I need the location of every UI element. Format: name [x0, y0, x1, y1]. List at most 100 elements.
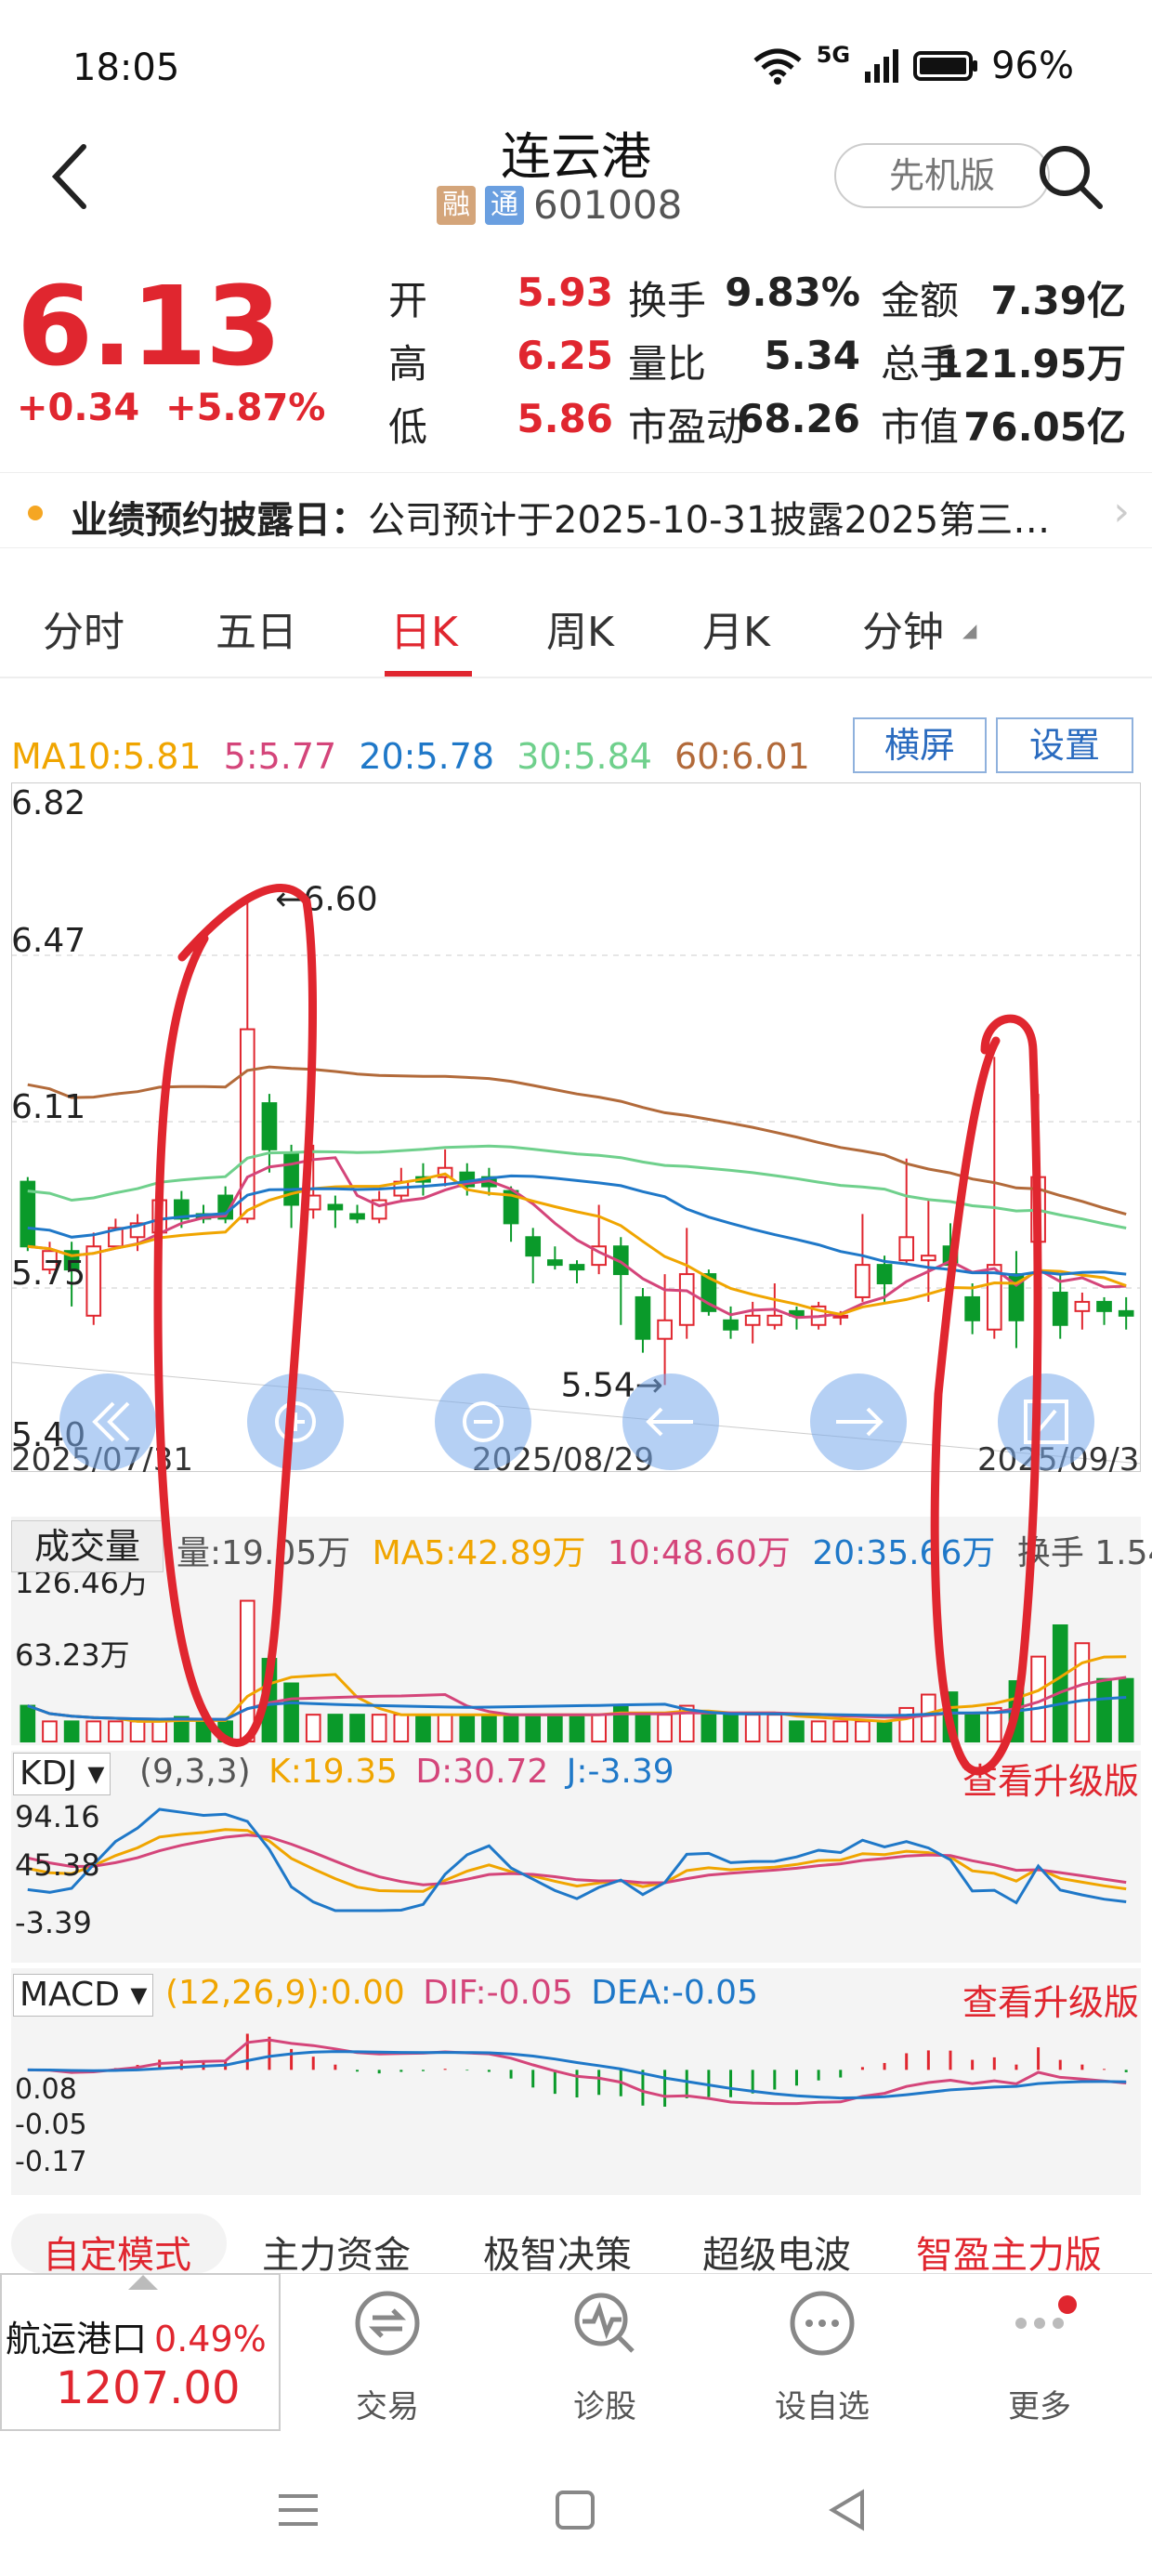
kdj-j: J:-3.39	[566, 1753, 674, 1791]
macd-dif: DIF:-0.05	[423, 1974, 573, 2012]
diagnose-icon[interactable]	[535, 2286, 674, 2364]
notice-text: 业绩预约披露日：公司预计于2025-10-31披露2025第三…	[71, 490, 1050, 544]
red-badge	[1058, 2295, 1077, 2314]
volume-bar	[129, 1720, 146, 1742]
notice-bar[interactable]: 业绩预约披露日：公司预计于2025-10-31披露2025第三… ›	[0, 472, 1152, 548]
candle-body	[239, 1028, 255, 1220]
battery-icon	[913, 51, 978, 81]
signal-icon	[865, 49, 899, 83]
volume-bar	[459, 1714, 476, 1743]
bottom-nav-label-3: 更多	[1008, 2388, 1071, 2425]
candle-body	[1096, 1300, 1112, 1312]
arrow-right-icon[interactable]	[810, 1373, 907, 1470]
kdj-d: D:30.72	[415, 1753, 549, 1791]
more-icon[interactable]	[970, 2286, 1109, 2364]
zoom-in-icon[interactable]	[247, 1373, 344, 1470]
strategy-tab-4[interactable]: 智盈主力版	[916, 2225, 1102, 2279]
ma60-line	[27, 1065, 1127, 1216]
status-bar: 18:05 5G 96%	[0, 0, 1152, 130]
volume-bar	[327, 1714, 344, 1743]
search-icon[interactable]	[1033, 139, 1107, 214]
index-line: 航运港口 0.49%	[6, 2310, 267, 2361]
dot	[1015, 2318, 1027, 2329]
y-tick-label: 5.75	[11, 1255, 85, 1293]
candle-body	[283, 1152, 299, 1206]
ma20-value: 20:5.78	[359, 736, 495, 777]
strategy-tab-2[interactable]: 极智决策	[483, 2225, 632, 2279]
volume-bar	[108, 1720, 124, 1742]
dot	[805, 2320, 813, 2327]
quote-label: 量比	[628, 341, 707, 387]
ma-legend: MA10:5.81 5:5.77 20:5.78 30:5.84 60:6.01	[11, 736, 810, 777]
quote-value: 5.93	[517, 269, 613, 315]
kdj-y-tick: -3.39	[15, 1905, 92, 1940]
kdj-upgrade-link[interactable]: 查看升级版	[962, 1753, 1139, 1804]
rewind-icon[interactable]	[59, 1373, 156, 1470]
macd-y-tick: 0.08	[15, 2073, 77, 2106]
macd-select[interactable]: MACD ▾	[13, 1974, 154, 2017]
macd-y-tick: -0.17	[15, 2146, 87, 2178]
volume-bar	[1052, 1623, 1068, 1742]
arrow-left-icon[interactable]	[622, 1373, 719, 1470]
macd-upgrade-link[interactable]: 查看升级版	[962, 1974, 1139, 2025]
volume-bar	[942, 1691, 959, 1742]
volume-select-button[interactable]: 成交量	[11, 1520, 164, 1572]
status-time: 18:05	[72, 46, 180, 89]
tab-4[interactable]: 月K	[702, 598, 770, 658]
volume-bar	[217, 1720, 233, 1742]
landscape-button[interactable]: 横屏	[853, 717, 987, 773]
strategy-tab-3[interactable]: 超级电波	[702, 2225, 851, 2279]
candle-body	[261, 1102, 278, 1150]
volume-bar	[349, 1714, 365, 1743]
kdj-k: K:19.35	[268, 1753, 398, 1791]
volume-bar	[305, 1714, 321, 1743]
tab-2[interactable]: 日K	[390, 598, 458, 658]
kdj-header: (9,3,3) K:19.35 D:30.72 J:-3.39	[139, 1753, 674, 1791]
bottom-nav-label-1: 诊股	[573, 2388, 636, 2425]
system-nav-bar	[0, 2444, 1152, 2576]
tab-3[interactable]: 周K	[546, 598, 614, 658]
volume-bar	[437, 1714, 453, 1743]
quote-label: 低	[388, 404, 428, 450]
volume-bar	[921, 1693, 936, 1743]
volume-bar	[657, 1714, 673, 1743]
wifi-icon	[753, 48, 802, 85]
add-watchlist-icon[interactable]	[753, 2286, 892, 2364]
home-icon[interactable]	[552, 2487, 598, 2533]
index-box[interactable]: 航运港口 0.49% 1207.00	[0, 2273, 281, 2431]
volume-y-tick: 63.23万	[15, 1637, 130, 1673]
quote-value: 5.34	[764, 333, 860, 378]
index-value: 1207.00	[56, 2362, 241, 2414]
volume-bar	[855, 1720, 871, 1742]
back-nav-icon[interactable]	[825, 2487, 871, 2533]
candle-body	[327, 1203, 344, 1211]
ma60-value: 60:6.01	[674, 736, 810, 777]
kdj-j-line	[27, 1807, 1127, 1912]
menu-icon[interactable]	[275, 2487, 321, 2533]
settings-button[interactable]: 设置	[996, 717, 1133, 773]
kdj-select[interactable]: KDJ ▾	[13, 1753, 111, 1795]
volume-bar	[635, 1714, 651, 1743]
volume-turnover: 换手 1.54%	[1016, 1534, 1152, 1572]
candle-body	[525, 1236, 542, 1257]
status-icons: 5G 96%	[752, 42, 1074, 87]
notice-label: 业绩预约披露日：	[71, 499, 368, 542]
volume-bar	[42, 1720, 58, 1742]
pilot-version-button[interactable]: 先机版	[834, 143, 1050, 208]
zoom-out-icon[interactable]	[435, 1373, 531, 1470]
exchange-icon[interactable]	[318, 2286, 457, 2364]
volume-bar	[700, 1714, 717, 1743]
tab-1[interactable]: 五日	[216, 598, 297, 658]
candle-body	[569, 1264, 585, 1271]
macd-header: (12,26,9):0.00 DIF:-0.05 DEA:-0.05	[165, 1974, 758, 2012]
dot	[1053, 2318, 1064, 2329]
tab-5[interactable]: 分钟	[862, 598, 944, 658]
volume-bar	[195, 1720, 212, 1742]
volume-bar	[569, 1714, 585, 1743]
fullscreen-icon[interactable]	[998, 1373, 1094, 1470]
volume-bar	[283, 1682, 299, 1742]
strategy-tab-0[interactable]: 自定模式	[43, 2225, 191, 2279]
tab-0[interactable]: 分时	[43, 598, 124, 658]
strategy-tab-1[interactable]: 主力资金	[262, 2225, 411, 2279]
volume-bar	[612, 1704, 629, 1742]
